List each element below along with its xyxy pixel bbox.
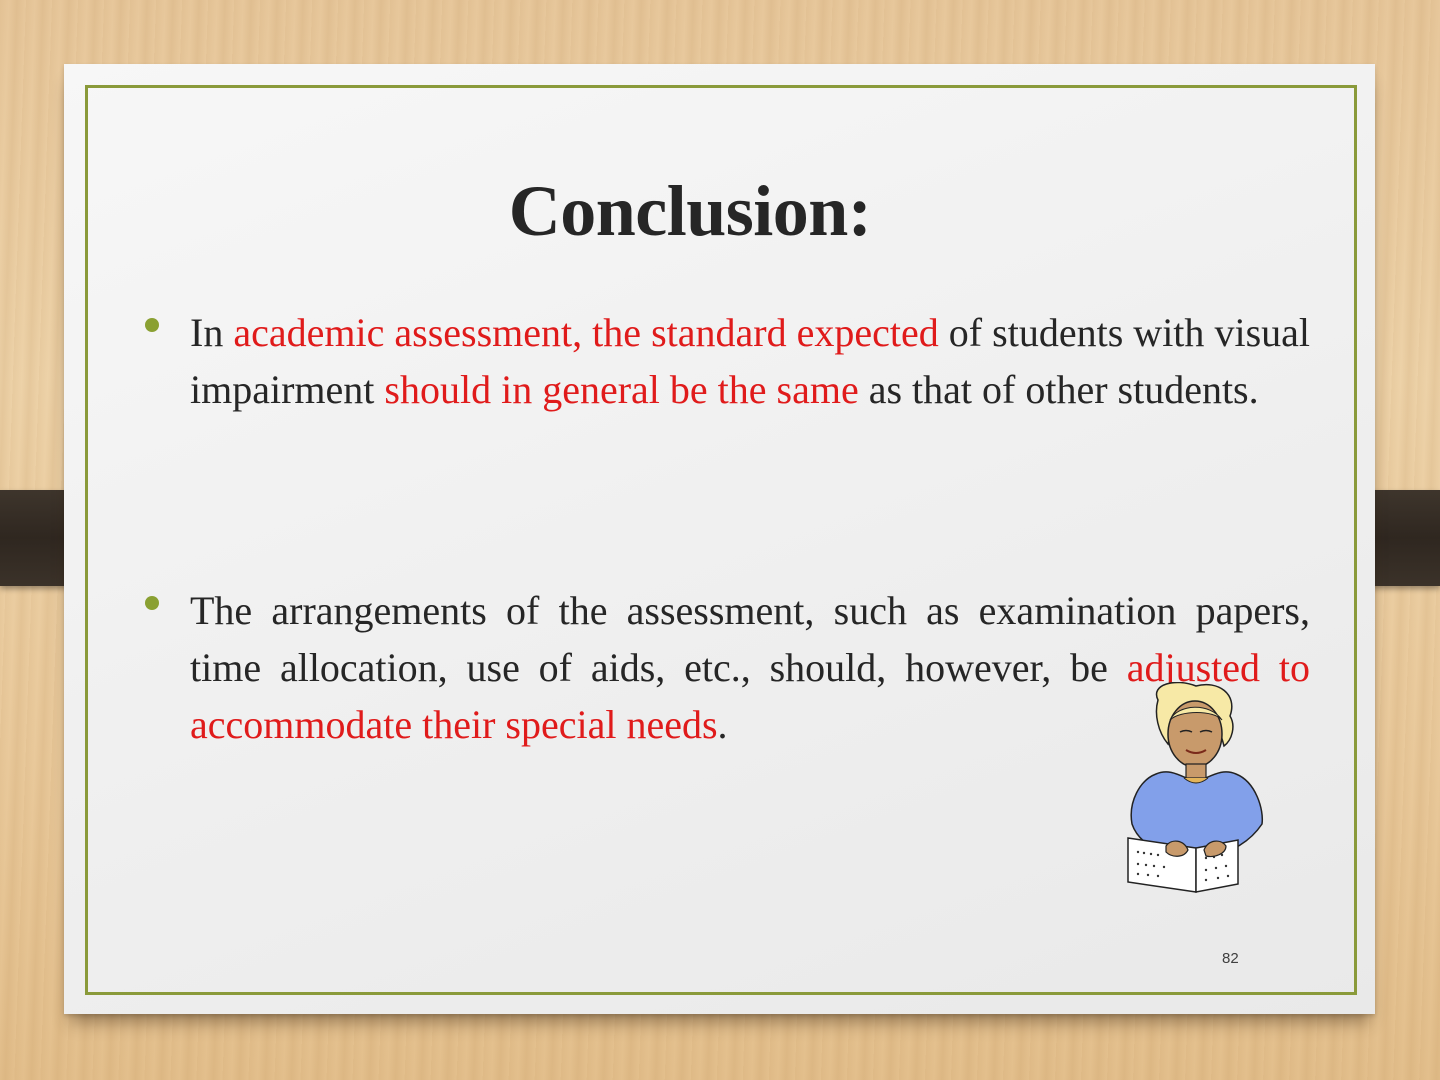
highlighted-segment: academic assessment, the standard expect… [233,310,939,355]
page-number: 82 [1222,950,1239,967]
bullet-dot-icon [145,318,159,332]
bullet-item-1: In academic assessment, the standard exp… [140,304,1310,418]
bullet-dot-icon [145,596,159,610]
text-segment: In [190,310,234,355]
braille-reader-icon [1127,682,1264,893]
highlighted-segment: should in general be the same [384,367,859,412]
bullet-text-1: In academic assessment, the standard exp… [190,304,1310,418]
text-segment: . [717,702,728,747]
text-segment: as that of other students. [858,367,1259,412]
slide-title: Conclusion: [508,171,872,251]
